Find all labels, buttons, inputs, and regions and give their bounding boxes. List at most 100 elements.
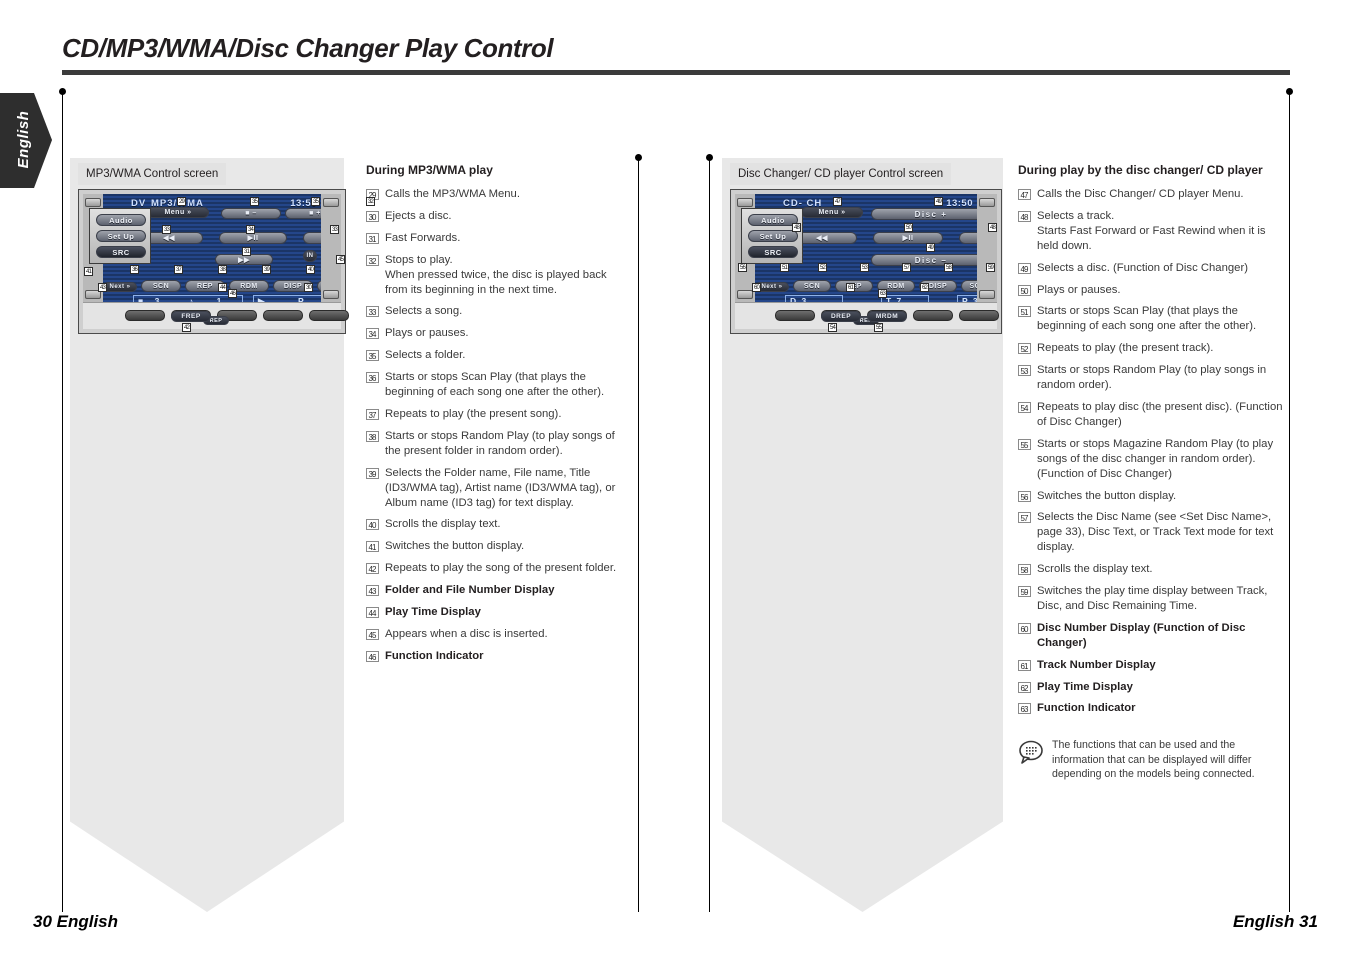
hw-button-5[interactable] xyxy=(309,310,349,321)
right-figure-column: Disc Changer/ CD player Control screen C… xyxy=(730,163,1002,334)
callout-36: 36 xyxy=(130,265,140,274)
cd-menu-item-audio[interactable]: Audio xyxy=(748,214,798,226)
folder-down-button[interactable]: ■ – xyxy=(221,208,281,219)
item-text: Plays or pauses. xyxy=(385,327,469,340)
right-figure-caption: Disc Changer/ CD player Control screen xyxy=(730,163,952,185)
item-number: 55 xyxy=(1018,438,1031,450)
cd-hw-button-mrdm-label[interactable]: MRDM xyxy=(867,311,907,322)
callout-53: 53 xyxy=(860,263,870,272)
item-number: 43 xyxy=(366,585,379,597)
callout-33a: 33 xyxy=(162,225,172,234)
hw-button-1[interactable] xyxy=(125,310,165,321)
menu-item-setup[interactable]: Set Up xyxy=(96,230,146,242)
cd-hw-button-drep-label[interactable]: DREP xyxy=(821,311,861,322)
item-number: 52 xyxy=(1018,343,1031,355)
item-text: Calls the Disc Changer/ CD player Menu. xyxy=(1037,188,1244,200)
item-text: Repeats to play disc (the present disc).… xyxy=(1037,400,1283,428)
callout-52: 52 xyxy=(818,263,828,272)
callout-61: 61 xyxy=(846,283,856,292)
cd-hw-button-5[interactable] xyxy=(959,310,999,321)
cd-menu-button[interactable]: Menu » xyxy=(801,207,863,218)
callout-48a: 48 xyxy=(792,223,802,232)
disc-down-button[interactable]: Disc – xyxy=(871,254,977,266)
list-item: 31 Fast Forwards. xyxy=(366,231,632,246)
footer-left: 30 English xyxy=(33,912,119,931)
cd-menu-item-setup[interactable]: Set Up xyxy=(748,230,798,242)
list-item: 60 Disc Number Display (Function of Disc … xyxy=(1018,621,1290,651)
item-text: Repeats to play (the present song). xyxy=(385,407,562,420)
item-number: 39 xyxy=(366,467,379,479)
item-text: Stops to play. When pressed twice, the di… xyxy=(385,253,607,296)
callout-40: 40 xyxy=(306,265,316,274)
item-number: 58 xyxy=(1018,564,1031,576)
callout-35b: 35 xyxy=(311,197,321,206)
item-text: Selects a song. xyxy=(385,305,463,318)
right-section-title: During play by the disc changer/ CD play… xyxy=(1018,163,1263,177)
folder-up-button[interactable]: ■ + xyxy=(285,208,321,219)
cd-func-button-scn[interactable]: SCN xyxy=(793,280,831,292)
rail-button-up-right[interactable] xyxy=(323,198,339,207)
item-number: 54 xyxy=(1018,401,1031,413)
list-item: 39 Selects the Folder name, File name, Ti… xyxy=(366,466,632,511)
item-number: 36 xyxy=(366,372,379,384)
cd-func-button-scrl[interactable]: SCRL xyxy=(961,280,977,292)
rail-button-up-right-2[interactable] xyxy=(979,198,995,207)
callout-35a: 35 xyxy=(250,197,260,206)
mp3-menu-button[interactable]: Menu » xyxy=(147,207,209,218)
cd-menu-item-src[interactable]: SRC xyxy=(748,246,798,258)
title-rule xyxy=(62,70,1290,75)
callout-29: 29 xyxy=(177,197,187,206)
list-item: 40 Scrolls the display text. xyxy=(366,517,632,532)
item-number: 44 xyxy=(366,607,379,619)
list-item: 37 Repeats to play (the present song). xyxy=(366,407,632,422)
next-tab-button[interactable]: Next » xyxy=(103,282,137,292)
track-next-button[interactable]: ▶▶ xyxy=(303,232,321,244)
rail-button-down-right-2[interactable] xyxy=(979,290,995,299)
right-item-list: 47 Calls the Disc Changer/ CD player Menu… xyxy=(1018,187,1290,716)
left-section-title: During MP3/WMA play xyxy=(366,163,493,177)
item-number: 40 xyxy=(366,519,379,531)
callout-56: 56 xyxy=(738,263,748,272)
menu-item-src[interactable]: SRC xyxy=(96,246,146,258)
hw-button-frep-label[interactable]: FREP xyxy=(171,311,211,322)
menu-item-audio[interactable]: Audio xyxy=(96,214,146,226)
func-button-scn[interactable]: SCN xyxy=(141,280,181,292)
rail-button-down-right[interactable] xyxy=(323,290,339,299)
list-item: 43 Folder and File Number Display xyxy=(366,583,632,598)
list-item: 55 Starts or stops Magazine Random Play (… xyxy=(1018,437,1290,482)
callout-59: 59 xyxy=(986,263,996,272)
fold-marker-center-left xyxy=(635,154,642,912)
page-title: CD/MP3/WMA/Disc Changer Play Control xyxy=(62,33,554,63)
cd-next-button[interactable]: ▶▶I xyxy=(959,232,977,244)
rail-button-up-left[interactable] xyxy=(85,198,101,207)
callout-41: 41 xyxy=(84,267,94,276)
cd-hw-button-4[interactable] xyxy=(913,310,953,321)
rail-button-down-left-2[interactable] xyxy=(737,290,753,299)
callout-55: 55 xyxy=(874,323,884,332)
hw-button-4[interactable] xyxy=(263,310,303,321)
list-item: 46 Function Indicator xyxy=(366,649,632,664)
item-number: 50 xyxy=(1018,284,1031,296)
item-text: Switches the button display. xyxy=(1037,489,1177,502)
item-text: Folder and File Number Display xyxy=(385,584,555,597)
screen-right-rail xyxy=(321,194,341,303)
footer-right: English 31 xyxy=(1232,912,1318,931)
list-item: 63 Function Indicator xyxy=(1018,701,1290,716)
list-item: 57 Selects the Disc Name (see <Set Disc N… xyxy=(1018,510,1290,555)
item-number: 35 xyxy=(366,350,379,362)
item-number: 30 xyxy=(366,210,379,222)
disc-up-button[interactable]: Disc + xyxy=(871,208,977,220)
list-item: 50 Plays or pauses. xyxy=(1018,283,1290,298)
func-button-scrl[interactable]: SCRL xyxy=(317,280,321,292)
list-item: 47 Calls the Disc Changer/ CD player Menu… xyxy=(1018,187,1290,202)
rail-button-up-left-2[interactable] xyxy=(737,198,753,207)
item-text: Fast Forwards. xyxy=(385,231,461,244)
item-number: 57 xyxy=(1018,512,1031,524)
callout-63: 63 xyxy=(878,289,888,298)
item-number: 59 xyxy=(1018,586,1031,598)
list-item: 51 Starts or stops Scan Play (that plays … xyxy=(1018,304,1290,334)
callout-44: 44 xyxy=(218,283,228,292)
callout-62: 62 xyxy=(920,283,930,292)
cd-hw-button-1[interactable] xyxy=(775,310,815,321)
item-text: Play Time Display xyxy=(385,606,481,619)
